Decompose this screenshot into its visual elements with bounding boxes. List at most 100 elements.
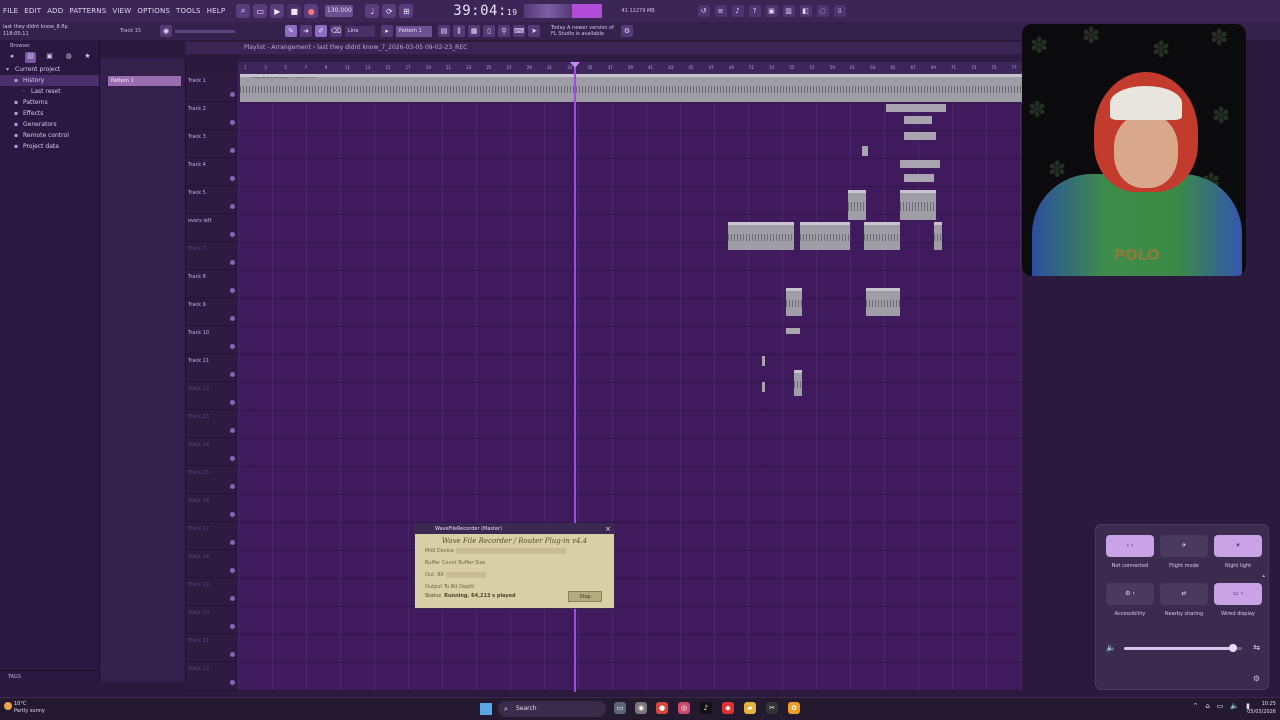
send-icon[interactable]: ➤ [528, 25, 540, 37]
stop-recording-button[interactable]: Stop [568, 591, 602, 602]
audio-clip-t10[interactable] [762, 356, 765, 366]
paint-tool-icon[interactable]: ✐ [315, 25, 327, 37]
track-header[interactable]: Track 3 [186, 130, 238, 158]
midi-device-field[interactable] [455, 547, 566, 554]
browser-item[interactable]: ▪ Project data [0, 141, 99, 152]
track-mute-led[interactable] [230, 596, 235, 601]
news-settings-icon[interactable]: ⚙ [621, 25, 633, 37]
track-header[interactable]: Track 19 [186, 578, 238, 606]
folder-view-icon[interactable]: ▣ [44, 52, 55, 63]
track-header[interactable]: Track 20 [186, 606, 238, 634]
favorites-icon[interactable]: ★ [82, 52, 93, 63]
weather-widget[interactable]: 10°C Partly sunny [14, 701, 45, 715]
track-header[interactable]: overs left [186, 214, 238, 242]
audio-clip-t4b[interactable] [904, 174, 934, 182]
track-header[interactable]: Track 15 [186, 466, 238, 494]
night-light-icon[interactable]: ☀ [1214, 535, 1262, 557]
browser-item[interactable]: ▾ Current project [0, 64, 99, 75]
menu-help[interactable]: HELP [204, 7, 229, 15]
audio-clip-t2b[interactable] [904, 116, 932, 124]
capcut-icon[interactable]: ✂ [766, 702, 778, 714]
network-icon[interactable]: ⌂ [1205, 702, 1209, 710]
track-mute-led[interactable] [230, 120, 235, 125]
audio-clip-t6c[interactable] [864, 222, 900, 250]
pattern-song-toggle[interactable]: ▭ [253, 4, 268, 18]
accessibility-icon[interactable]: ⚙ › [1106, 583, 1154, 605]
tempo-display[interactable]: 130.000 [325, 5, 354, 17]
audio-clip-t8a[interactable] [786, 288, 802, 316]
track-mute-led[interactable] [230, 652, 235, 657]
track-header[interactable]: Track 11 [186, 354, 238, 382]
plugin-icon[interactable]: ◧ [799, 5, 812, 17]
track-mute-led[interactable] [230, 400, 235, 405]
track-mute-led[interactable] [230, 204, 235, 209]
taskbar-search[interactable]: ⌕ Search [498, 701, 606, 717]
chat-icon[interactable]: ◌ [816, 5, 829, 17]
plugin-titlebar[interactable]: WaveFileRecorder (Master) × [415, 524, 614, 534]
track-mute-led[interactable] [230, 316, 235, 321]
news-ticker[interactable]: Today A newer version of FL Studio is av… [551, 25, 621, 37]
playlist-overview[interactable] [238, 54, 1022, 62]
track-header[interactable]: Track 10 [186, 326, 238, 354]
audio-clip-t11b[interactable] [794, 370, 802, 396]
speaker-icon[interactable]: 🔈 [1230, 702, 1239, 710]
track-header[interactable]: Track 14 [186, 438, 238, 466]
touch-keyboard-icon[interactable]: ⌨ [513, 25, 525, 37]
scroll-indicator[interactable]: ▴ [1262, 573, 1265, 579]
menu-tools[interactable]: TOOLS [173, 7, 204, 15]
fl-studio-icon[interactable]: ✿ [788, 702, 800, 714]
browser-item[interactable]: ◦ Last reset [0, 86, 99, 97]
track-header[interactable]: Track 17 [186, 522, 238, 550]
track-header[interactable]: Track 18 [186, 550, 238, 578]
play-button[interactable]: ▶ [270, 4, 285, 18]
audio-clip-main[interactable]: They Didnt Know_k... Track 1 #1 [240, 74, 1022, 102]
volume-slider[interactable] [1124, 644, 1242, 652]
browser-view-icon[interactable]: ▯ [483, 25, 495, 37]
audio-clip-t5a[interactable] [848, 190, 866, 220]
erase-tool-icon[interactable]: ⌫ [330, 25, 342, 37]
master-volume-slider[interactable] [175, 29, 235, 33]
track-mute-led[interactable] [230, 92, 235, 97]
track-mute-led[interactable] [230, 428, 235, 433]
track-mute-led[interactable] [230, 484, 235, 489]
menu-patterns[interactable]: PATTERNS [66, 7, 109, 15]
step-edit-icon[interactable]: ⊞ [399, 4, 414, 18]
out-bit-field[interactable] [445, 571, 486, 578]
audio-clip-t6d[interactable] [934, 222, 942, 250]
metronome-icon[interactable]: ♩ [365, 4, 380, 18]
app-icon[interactable]: ◎ [678, 702, 690, 714]
audio-clip-t8b[interactable] [866, 288, 900, 316]
audio-clip-t3b[interactable] [862, 146, 868, 156]
browser-item[interactable]: ▪ Generators [0, 119, 99, 130]
obs-icon[interactable]: ◉ [635, 702, 647, 714]
back-icon[interactable]: ◂ [6, 52, 17, 63]
track-header[interactable]: Track 5 [186, 186, 238, 214]
menu-options[interactable]: OPTIONS [134, 7, 173, 15]
track-mute-led[interactable] [230, 372, 235, 377]
pattern-select[interactable]: Pattern 1 [396, 25, 432, 37]
track-header[interactable]: Track 16 [186, 494, 238, 522]
task-view-icon[interactable]: ▭ [614, 702, 626, 714]
brave-icon[interactable]: ◆ [722, 702, 734, 714]
close-icon[interactable]: × [605, 524, 611, 534]
share-icon[interactable]: ⇄ [1160, 583, 1208, 605]
track-header[interactable]: Track 1 [186, 74, 238, 102]
display-icon[interactable]: ▭ › [1214, 583, 1262, 605]
stop-button[interactable]: ■ [287, 4, 302, 18]
track-header[interactable]: Track 13 [186, 410, 238, 438]
plugin-db-icon[interactable]: ◍ [63, 52, 74, 63]
taskbar-clock[interactable]: 10:25 05/03/2026 [1247, 700, 1276, 716]
track-mute-led[interactable] [230, 568, 235, 573]
audio-clip-t4a[interactable] [900, 160, 940, 168]
audio-clip-t3a[interactable] [904, 132, 936, 140]
audio-clip-t6a[interactable] [728, 222, 794, 250]
menu-file[interactable]: FILE [0, 7, 21, 15]
audio-clip-t2a[interactable] [886, 104, 946, 112]
start-icon[interactable] [480, 703, 492, 715]
draw-tool-icon[interactable]: ✎ [285, 25, 297, 37]
arrow-right-icon[interactable]: ▸ [381, 25, 393, 37]
all-files-icon[interactable]: ▤ [25, 52, 36, 63]
track-mute-led[interactable] [230, 260, 235, 265]
menu-add[interactable]: ADD [44, 7, 66, 15]
display-icon[interactable]: ▭ [1217, 702, 1224, 710]
